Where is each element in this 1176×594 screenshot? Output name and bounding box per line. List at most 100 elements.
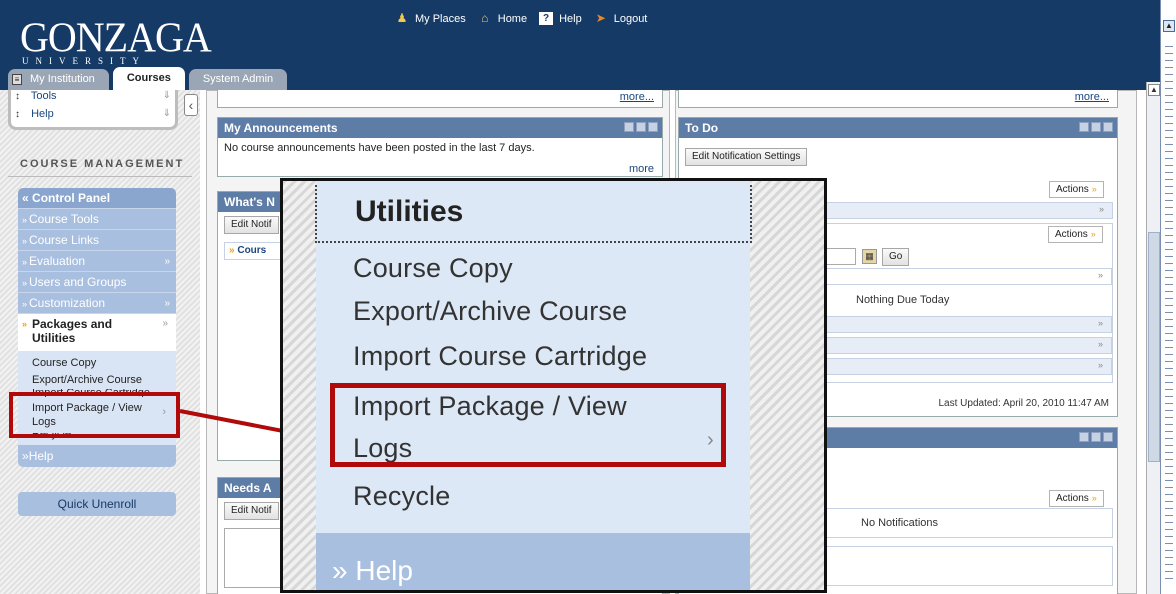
minimize-icon[interactable] (1091, 432, 1101, 442)
minimize-icon[interactable] (636, 122, 646, 132)
sidebar-item-label: Evaluation (29, 254, 86, 268)
sidebar-item-course-tools[interactable]: » Course Tools (18, 208, 176, 229)
packages-utilities-title: » Packages and Utilities » (22, 317, 172, 345)
sidebar-item-label: Users and Groups (29, 275, 127, 289)
tab-courses[interactable]: Courses (112, 67, 185, 90)
home-link[interactable]: ⌂ Home (478, 12, 527, 25)
edit-notification-button[interactable]: Edit Notif (224, 502, 279, 520)
control-panel-header[interactable]: « Control Panel (18, 188, 176, 208)
no-notifications: No Notifications (861, 517, 939, 529)
tab-my-institution-label: My Institution (30, 73, 95, 85)
minimize-icon[interactable] (1091, 122, 1101, 132)
more-link[interactable]: more (629, 163, 654, 175)
sidebar-item-customization[interactable]: » Customization » (18, 292, 176, 313)
scroll-up-icon[interactable]: ▲ (1163, 20, 1175, 32)
announcements-header: My Announcements (218, 118, 662, 138)
gonzaga-logo[interactable]: GONZAGA UNIVERSITY (20, 13, 212, 66)
submenu-export-archive[interactable]: Export/Archive Course (32, 372, 176, 389)
zoom-import-cartridge[interactable]: Import Course Cartridge (353, 341, 647, 372)
edit-notification-settings-button[interactable]: Edit Notification Settings (685, 148, 808, 166)
close-icon[interactable] (648, 122, 658, 132)
zoom-course-copy[interactable]: Course Copy (353, 253, 513, 284)
sidebar-item-help[interactable]: »Help (18, 445, 176, 467)
actions-button[interactable]: Actions» (1049, 181, 1104, 198)
close-icon[interactable] (1103, 122, 1113, 132)
sidebar-item-evaluation[interactable]: » Evaluation » (18, 250, 176, 271)
tab-my-institution[interactable]: ≡ My Institution (8, 69, 109, 90)
zoom-help[interactable]: » Help (316, 533, 750, 590)
sidebar-item-label: Course Tools (29, 212, 99, 226)
help-link[interactable]: ? Help (539, 12, 582, 25)
home-icon: ⌂ (481, 11, 489, 25)
actions-button[interactable]: Actions» (1049, 490, 1104, 507)
ruler-ticks (1165, 40, 1173, 580)
tab-system-admin[interactable]: System Admin (188, 69, 288, 90)
settings-icon[interactable] (1079, 432, 1089, 442)
my-places-link[interactable]: ♟ My Places (395, 12, 466, 25)
chevron-down-icon: » (22, 257, 28, 267)
top-module-left: more... (217, 90, 663, 108)
settings-icon[interactable] (624, 122, 634, 132)
go-button[interactable]: Go (882, 248, 910, 266)
expand-arrow-icon[interactable]: » (164, 251, 170, 272)
drag-handle-icon[interactable]: ↕ (15, 91, 20, 102)
last-updated: Last Updated: April 20, 2010 11:47 AM (938, 398, 1110, 409)
content-scrollbar[interactable]: ▲ (1146, 82, 1160, 594)
zoom-help-label: Help (355, 555, 413, 586)
chevron-down-icon: » (229, 245, 235, 256)
calendar-icon[interactable]: ▦ (862, 249, 877, 264)
sidebar-item-course-links[interactable]: » Course Links (18, 229, 176, 250)
actions-label: Actions (1055, 229, 1088, 240)
chevron-down-icon: » (22, 278, 28, 288)
logo-main-text: GONZAGA (20, 13, 212, 62)
quick-unenroll-button[interactable]: Quick Unenroll (18, 492, 176, 516)
close-icon[interactable] (1103, 432, 1113, 442)
todo-header: To Do (679, 118, 1117, 138)
more-link[interactable]: more... (1075, 91, 1109, 103)
sidebar-item-users-and-groups[interactable]: » Users and Groups (18, 271, 176, 292)
scroll-up-icon[interactable]: ▲ (1148, 84, 1160, 96)
drag-handle-icon[interactable]: ↕ (15, 109, 20, 120)
top-module-right: more... (678, 90, 1118, 108)
window-scrollbar[interactable]: ▲ (1160, 0, 1176, 594)
highlight-box-small (9, 392, 180, 438)
control-panel-label: Control Panel (32, 191, 111, 205)
divider (8, 176, 192, 177)
star-icon: » (22, 319, 28, 329)
actions-button[interactable]: Actions» (1048, 226, 1103, 243)
sidebar-item-packages-and-utilities[interactable]: » Packages and Utilities » (18, 313, 176, 351)
submenu-course-copy[interactable]: Course Copy (32, 355, 176, 372)
tools-item[interactable]: ↕ Tools ⇓ (15, 90, 175, 108)
more-link[interactable]: more... (620, 91, 654, 103)
chevron-down-icon[interactable]: ⇓ (163, 90, 171, 101)
module-controls (1079, 432, 1113, 442)
zoom-recycle[interactable]: Recycle (353, 481, 450, 512)
scroll-thumb[interactable] (1148, 232, 1160, 462)
chevron-down-icon: » (22, 215, 28, 225)
expand-arrow-icon[interactable]: » (164, 293, 170, 314)
todo-body: Edit Notification Settings (679, 138, 1117, 170)
module-controls (624, 122, 658, 132)
help-label: Help (559, 12, 582, 25)
zoom-export-archive[interactable]: Export/Archive Course (353, 296, 627, 327)
collapse-sidebar-icon[interactable]: ‹ (184, 94, 198, 116)
help-tool-item[interactable]: ↕ Help ⇓ (15, 108, 175, 126)
chevron-down-icon: » (22, 299, 28, 309)
expand-arrow-icon[interactable]: » (162, 317, 168, 331)
menu-toggle-icon[interactable]: ≡ (12, 74, 22, 85)
courses-row[interactable]: » Cours (224, 242, 284, 260)
help-tool-label: Help (31, 108, 54, 120)
zoom-utilities-title: Utilities (355, 195, 464, 228)
settings-icon[interactable] (1079, 122, 1089, 132)
main-tabs: ≡ My Institution Courses System Admin (8, 67, 288, 90)
highlight-box-large (330, 383, 726, 467)
edit-notification-button[interactable]: Edit Notif (224, 216, 279, 234)
module-controls (1079, 122, 1113, 132)
top-links: ♟ My Places ⌂ Home ? Help ➤ Logout (395, 12, 647, 25)
person-icon: ♟ (396, 11, 408, 25)
chevron-down-icon[interactable]: ⇓ (163, 108, 171, 119)
chevron-down-icon: » (1097, 270, 1103, 280)
top-header: GONZAGA UNIVERSITY ♟ My Places ⌂ Home ? … (0, 0, 1160, 90)
logout-link[interactable]: ➤ Logout (594, 12, 648, 25)
collapse-icon: « (22, 191, 29, 205)
